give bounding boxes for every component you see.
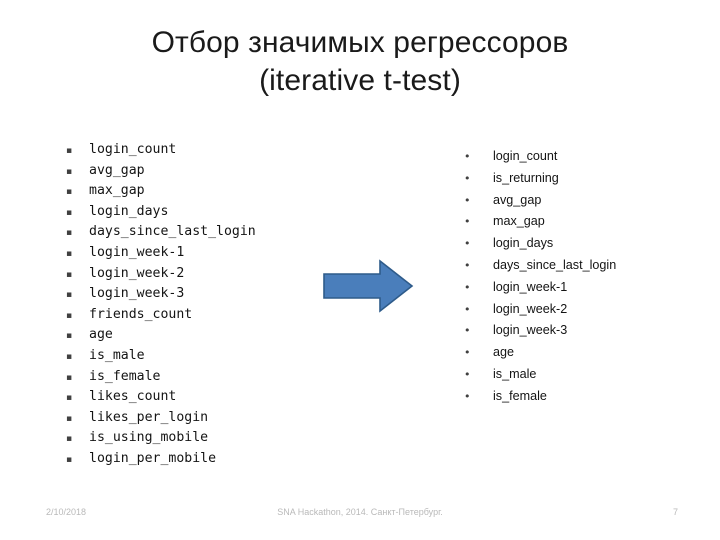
list-item: ▪ login_week-2 <box>63 264 303 285</box>
list-item: • max_gap <box>462 211 712 233</box>
list-item: • is_female <box>462 386 712 408</box>
round-bullet-icon: • <box>464 324 471 338</box>
list-item-label: is_male <box>89 347 145 363</box>
list-item: • login_week-1 <box>462 277 712 299</box>
round-bullet-icon: • <box>464 215 471 229</box>
list-item: ▪ is_male <box>63 346 303 367</box>
list-item: • login_count <box>462 146 712 168</box>
page-title-line-1: Отбор значимых регрессоров <box>151 26 569 59</box>
square-bullet-icon: ▪ <box>66 454 73 465</box>
footer-page-number: 7 <box>672 507 678 517</box>
list-item-label: login_days <box>493 236 554 251</box>
list-item-label: login_count <box>493 149 558 163</box>
list-item-label: age <box>89 327 113 343</box>
page-title: Отбор значимых регрессоров (iterative t-… <box>60 24 660 100</box>
square-bullet-icon: ▪ <box>66 393 73 404</box>
list-item-label: likes_count <box>89 389 177 405</box>
list-item: ▪ days_since_last_login <box>63 222 303 243</box>
list-item-label: avg_gap <box>493 192 542 207</box>
list-item-label: friends_count <box>89 306 193 322</box>
list-item: ▪ login_days <box>63 202 303 223</box>
round-bullet-icon: • <box>464 389 471 403</box>
list-item-label: login_week-2 <box>493 301 568 316</box>
slide-canvas: Отбор значимых регрессоров (iterative t-… <box>0 0 720 540</box>
slide-footer: 2/10/2018 SNA Hackathon, 2014. Санкт-Пет… <box>0 505 720 525</box>
list-item: • days_since_last_login <box>462 255 712 277</box>
round-bullet-icon: • <box>464 280 471 294</box>
square-bullet-icon: ▪ <box>66 434 73 445</box>
square-bullet-icon: ▪ <box>66 372 73 383</box>
list-item: ▪ age <box>63 325 303 346</box>
list-item-label: max_gap <box>89 183 145 199</box>
square-bullet-icon: ▪ <box>66 290 73 301</box>
list-item: • is_male <box>462 364 712 386</box>
list-item-label: login_count <box>89 142 177 157</box>
list-item-label: is_using_mobile <box>89 430 209 446</box>
list-item-label: avg_gap <box>89 162 145 178</box>
list-item-label: likes_per_login <box>89 409 209 425</box>
list-item-label: is_returning <box>493 170 559 185</box>
square-bullet-icon: ▪ <box>66 166 73 177</box>
round-bullet-icon: • <box>464 346 471 360</box>
square-bullet-icon: ▪ <box>66 207 73 218</box>
list-item-label: login_week-3 <box>493 323 568 338</box>
selected-regressors-list: • login_count • is_returning • avg_gap •… <box>462 146 712 408</box>
square-bullet-icon: ▪ <box>66 310 73 321</box>
list-item-label: login_week-1 <box>493 279 568 294</box>
list-item: ▪ avg_gap <box>63 161 303 182</box>
list-item-label: login_week-3 <box>89 286 185 302</box>
right-arrow-icon <box>322 258 414 314</box>
square-bullet-icon: ▪ <box>66 146 73 156</box>
round-bullet-icon: • <box>464 302 471 316</box>
list-item-label: login_per_mobile <box>89 450 217 466</box>
square-bullet-icon: ▪ <box>66 187 73 198</box>
list-item-label: login_days <box>89 203 169 219</box>
list-item-label: is_male <box>493 366 537 381</box>
list-item-label: age <box>493 345 515 360</box>
round-bullet-icon: • <box>464 367 471 381</box>
list-item-label: days_since_last_login <box>493 257 617 272</box>
list-item-label: login_week-1 <box>89 244 185 260</box>
list-item: ▪ login_per_mobile <box>63 449 303 470</box>
candidate-regressors-list: ▪ login_count ▪ avg_gap ▪ max_gap ▪ logi… <box>63 140 303 470</box>
list-item: • login_days <box>462 233 712 255</box>
list-item: ▪ max_gap <box>63 181 303 202</box>
list-item-label: max_gap <box>493 214 545 229</box>
round-bullet-icon: • <box>464 193 471 207</box>
round-bullet-icon: • <box>464 150 471 163</box>
list-item: ▪ likes_count <box>63 387 303 408</box>
square-bullet-icon: ▪ <box>66 331 73 342</box>
list-item: • login_week-2 <box>462 299 712 321</box>
list-item: • age <box>462 342 712 364</box>
list-item: • login_week-3 <box>462 320 712 342</box>
square-bullet-icon: ▪ <box>66 351 73 362</box>
round-bullet-icon: • <box>464 237 471 251</box>
page-title-line-2: (iterative t-test) <box>259 64 461 97</box>
list-item: • avg_gap <box>462 190 712 212</box>
list-item: ▪ friends_count <box>63 305 303 326</box>
round-bullet-icon: • <box>464 171 471 185</box>
list-item-label: is_female <box>89 368 161 384</box>
list-item: ▪ login_week-1 <box>63 243 303 264</box>
round-bullet-icon: • <box>464 258 471 272</box>
list-item: ▪ likes_per_login <box>63 408 303 429</box>
list-item: • is_returning <box>462 168 712 190</box>
list-item-label: login_week-2 <box>89 265 185 281</box>
square-bullet-icon: ▪ <box>66 269 73 280</box>
square-bullet-icon: ▪ <box>66 228 73 239</box>
list-item: ▪ login_count <box>63 140 303 161</box>
list-item-label: is_female <box>493 388 547 403</box>
list-item: ▪ is_using_mobile <box>63 428 303 449</box>
square-bullet-icon: ▪ <box>66 248 73 259</box>
list-item-label: days_since_last_login <box>89 224 256 240</box>
list-item: ▪ login_week-3 <box>63 284 303 305</box>
square-bullet-icon: ▪ <box>66 413 73 424</box>
list-item: ▪ is_female <box>63 367 303 388</box>
